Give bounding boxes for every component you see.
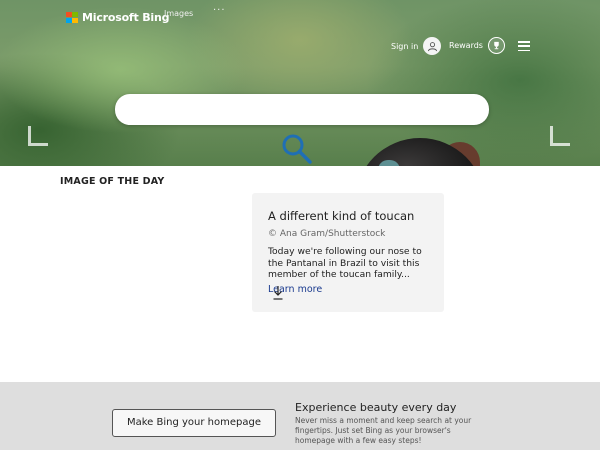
previous-image-arrow-icon[interactable] [28,126,48,146]
nav-more-button[interactable]: ··· [213,5,226,16]
card-title[interactable]: A different kind of toucan [268,209,414,223]
bing-logo[interactable]: Microsoft Bing [66,11,169,24]
user-icon [427,41,437,51]
search-icon[interactable] [280,133,314,167]
image-of-the-day-heading: IMAGE OF THE DAY [60,176,165,187]
promo-description: Never miss a moment and keep search at y… [295,416,472,445]
rewards-label: Rewards [449,41,483,50]
microsoft-logo-icon [66,11,78,24]
card-credit: © Ana Gram/Shutterstock [268,229,386,239]
signin-button[interactable]: Sign in [391,37,442,55]
search-input[interactable] [115,94,489,125]
rewards-button[interactable]: Rewards [449,37,505,54]
promo-title: Experience beauty every day [295,401,457,414]
nav-images-link[interactable]: Images [164,9,193,18]
make-homepage-button[interactable]: Make Bing your homepage [112,409,276,437]
download-icon[interactable] [272,285,284,301]
logo-text: Microsoft Bing [82,11,170,24]
avatar [423,37,442,55]
trophy-icon [487,37,505,54]
card-description: Today we're following our nose to the Pa… [268,246,422,280]
image-of-the-day-card: A different kind of toucan © Ana Gram/Sh… [252,193,444,312]
signin-label: Sign in [391,41,419,51]
hamburger-menu-icon[interactable] [518,41,530,51]
homepage-promo-banner: Make Bing your homepage Experience beaut… [0,382,600,450]
next-image-arrow-icon[interactable] [550,126,570,146]
